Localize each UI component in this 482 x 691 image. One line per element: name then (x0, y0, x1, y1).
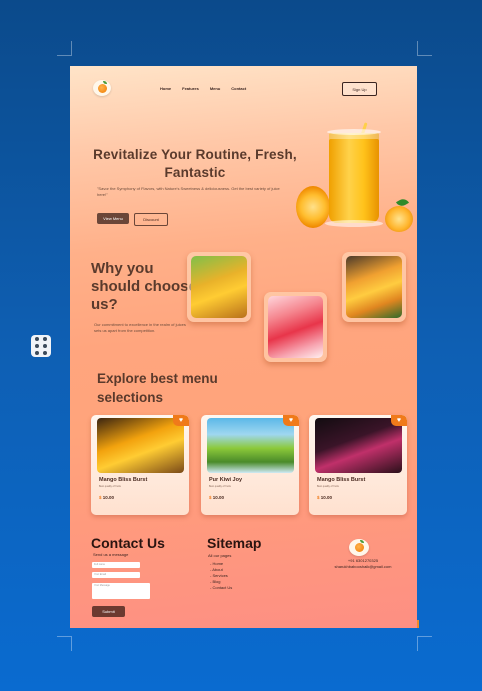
heart-icon[interactable]: ♥ (391, 415, 407, 426)
juice-glass-image (327, 129, 381, 223)
orange-icon (354, 540, 364, 552)
menu-item-desc: Best quality of fruits (99, 485, 121, 488)
photo-card-mango (342, 252, 406, 322)
name-field[interactable]: Full name (92, 562, 140, 568)
page-preview: Home Features Menu Contact Sign Up Revit… (70, 66, 417, 628)
why-title: Why you should choose us? (91, 260, 197, 313)
photo-card-pineapple (187, 252, 251, 322)
crop-mark-top-right (417, 41, 432, 56)
menu-card[interactable]: ♥ Mango Bliss Burst Best quality of frui… (91, 415, 189, 515)
menu-item-desc: Best quality of fruits (317, 485, 339, 488)
menu-item-price: $ 10.00 (317, 495, 332, 500)
view-menu-button[interactable]: View Menu (97, 213, 129, 224)
price-value: 10.00 (320, 495, 333, 500)
menu-item-name: Mango Bliss Burst (99, 477, 148, 483)
nav-item-menu[interactable]: Menu (210, 86, 220, 91)
currency-symbol: $ (317, 495, 320, 500)
nav-item-contact[interactable]: Contact (231, 86, 246, 91)
heart-icon[interactable]: ♥ (283, 415, 299, 426)
menu-item-price: $ 10.00 (99, 495, 114, 500)
menu-item-photo (207, 418, 294, 473)
main-nav: Home Features Menu Contact (160, 86, 246, 91)
pineapple-juice-photo (191, 256, 247, 318)
explore-title: Explore best menu selections (97, 371, 218, 405)
menu-item-name: Mango Bliss Burst (317, 477, 366, 483)
sitemap-link-label: About (212, 567, 223, 572)
price-value: 10.00 (212, 495, 225, 500)
currency-symbol: $ (99, 495, 102, 500)
sitemap-link-label: Services (212, 573, 228, 578)
heart-icon[interactable]: ♥ (173, 415, 189, 426)
photo-card-watermelon (264, 292, 327, 362)
currency-symbol: $ (209, 495, 212, 500)
footer-logo (349, 539, 369, 556)
sitemap-link-label: Home (212, 561, 224, 566)
orange-icon (97, 80, 107, 93)
crop-mark-bottom-left (57, 636, 72, 651)
discount-button[interactable]: Discount (134, 213, 168, 226)
sign-up-button[interactable]: Sign Up (342, 82, 377, 96)
why-text: Our commitment to excellence in the real… (94, 322, 186, 333)
orange-half-image (385, 206, 413, 232)
nav-item-features[interactable]: Features (182, 86, 199, 91)
drag-handle-icon[interactable] (31, 335, 51, 357)
email-field[interactable]: Your Email (92, 572, 140, 578)
mango-juice-photo (346, 256, 402, 318)
menu-card[interactable]: ♥ Mango Bliss Burst Best quality of frui… (309, 415, 407, 515)
nav-item-home[interactable]: Home (160, 86, 171, 91)
menu-card[interactable]: ♥ Pur Kiwi Joy Best quality of fruits $ … (201, 415, 299, 515)
submit-button[interactable]: Submit (92, 606, 125, 617)
crop-mark-top-left (57, 41, 72, 56)
sitemap-subtitle: All our pages (208, 553, 232, 558)
sitemap-links: - Home - About - Services - Blog - Conta… (210, 561, 232, 591)
menu-item-name: Pur Kiwi Joy (209, 477, 243, 483)
menu-item-photo (315, 418, 402, 473)
sitemap-title: Sitemap (207, 535, 262, 551)
contact-subtitle: Send us a message (93, 552, 129, 557)
glass-base-image (325, 220, 383, 227)
contact-title: Contact Us (91, 535, 165, 551)
edge-marker (417, 620, 419, 628)
sitemap-link-label: Contact Us (212, 585, 233, 590)
message-field[interactable]: Your Message (92, 583, 150, 599)
menu-item-photo (97, 418, 184, 473)
brand-logo[interactable] (93, 80, 111, 96)
email-address: sharukhbabooshaik@gmail.com (334, 564, 392, 569)
menu-item-price: $ 10.00 (209, 495, 224, 500)
watermelon-juice-photo (268, 296, 323, 358)
sitemap-link[interactable]: - Contact Us (210, 585, 232, 591)
menu-item-desc: Best quality of fruits (209, 485, 231, 488)
contact-info: +91 6301270325 sharukhbabooshaik@gmail.c… (319, 558, 407, 570)
price-value: 10.00 (102, 495, 115, 500)
hero-subtitle: "Savor the Symphony of Flavors, with Nat… (97, 186, 280, 197)
crop-mark-bottom-right (417, 636, 432, 651)
sitemap-link-label: Blog (212, 579, 221, 584)
hero-title: Revitalize Your Routine, Fresh, Fantasti… (93, 147, 297, 180)
